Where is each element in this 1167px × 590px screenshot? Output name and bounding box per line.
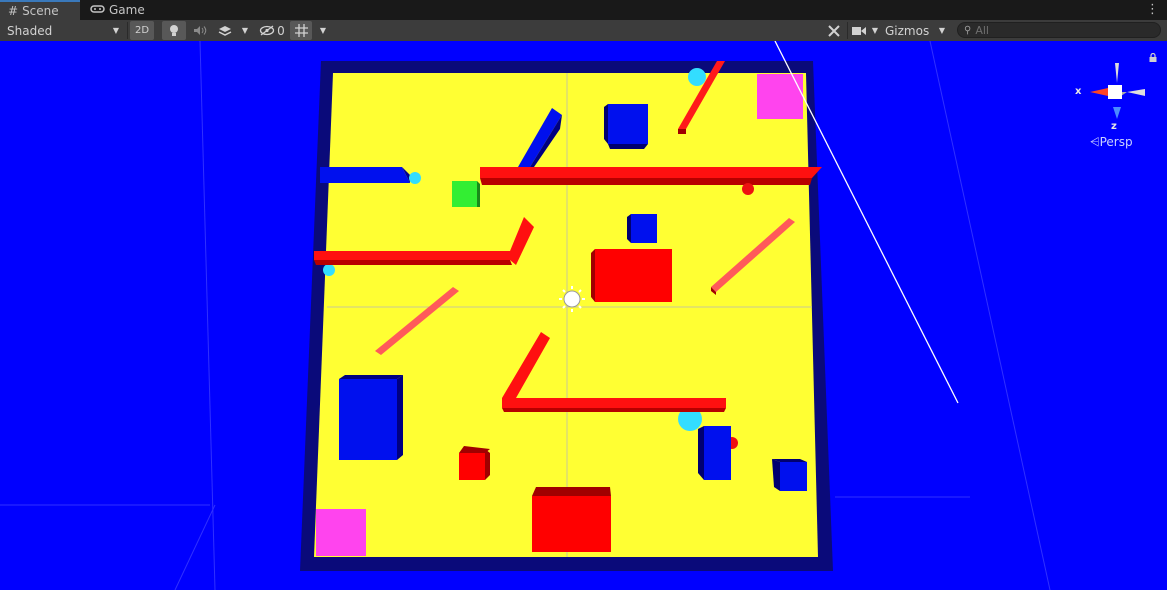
grid-toggle-button[interactable] (290, 21, 312, 40)
blue-block (339, 379, 397, 460)
lightbulb-icon (170, 25, 178, 36)
tools-icon (828, 24, 840, 37)
grid-dropdown[interactable]: ▼ (314, 21, 332, 40)
grid-icon: # (8, 4, 19, 18)
audio-toggle-button[interactable] (188, 21, 212, 40)
gamepad-icon (90, 3, 105, 17)
tools-toggle-button[interactable] (823, 21, 845, 40)
goal-pad (757, 74, 803, 119)
toolbar-divider (127, 22, 128, 39)
shading-mode-dropdown[interactable]: Shaded ▼ (2, 21, 124, 40)
persp-icon: ⩤ (1090, 135, 1100, 149)
tab-scene[interactable]: # Scene (0, 0, 80, 20)
window-tab-bar: # Scene Game ⋮ (0, 0, 1167, 20)
chevron-down-icon: ▼ (112, 26, 119, 35)
arena-floor (314, 73, 818, 557)
camera-icon (852, 26, 866, 35)
blue-block (704, 426, 731, 480)
blue-block (631, 214, 657, 243)
blue-block (320, 167, 410, 183)
agent-cube (452, 181, 477, 207)
toggle-2d-label: 2D (134, 25, 150, 36)
chevron-down-icon: ▼ (241, 26, 249, 35)
blue-block (780, 462, 807, 491)
lighting-toggle-button[interactable] (162, 21, 186, 40)
chevron-down-icon: ▼ (871, 26, 879, 35)
red-wall (480, 167, 822, 178)
axis-z-label: z (1111, 121, 1117, 132)
red-block (595, 249, 672, 302)
camera-settings-button[interactable] (850, 21, 868, 40)
red-sphere (742, 183, 754, 195)
projection-label: Persp (1099, 135, 1133, 149)
goal-pad (316, 509, 366, 556)
tab-game-label: Game (109, 3, 145, 17)
scene-render (0, 41, 1051, 590)
red-block (459, 453, 485, 480)
scene-search-input[interactable]: ⚲ All (957, 22, 1161, 38)
search-placeholder: All (975, 23, 989, 37)
red-block (532, 496, 611, 552)
blue-block (608, 104, 648, 144)
scene-visibility-toggle[interactable]: 0 (257, 21, 287, 40)
scene-viewport[interactable]: x z ⩤Persp (0, 41, 1167, 590)
speaker-icon (194, 26, 207, 35)
cyan-sphere (323, 264, 335, 276)
gizmos-toggle-button[interactable]: Gizmos (883, 21, 933, 40)
toolbar-divider (847, 22, 848, 39)
grid-icon (294, 24, 308, 37)
cyan-sphere (409, 172, 421, 184)
search-icon: ⚲ (964, 24, 972, 36)
scene-toolbar: Shaded ▼ 2D ▼ 0 ▼ ▼ Gizmos ▼ ⚲ All (0, 20, 1167, 42)
hidden-eye-icon (260, 25, 275, 36)
effects-dropdown[interactable]: ▼ (236, 21, 254, 40)
red-wall (314, 251, 510, 260)
cyan-sphere (688, 68, 706, 86)
camera-dropdown[interactable]: ▼ (868, 21, 882, 40)
tab-scene-label: Scene (22, 4, 59, 18)
layers-icon (218, 25, 232, 36)
gizmos-label: Gizmos (885, 23, 930, 38)
chevron-down-icon: ▼ (938, 26, 946, 35)
axis-x-label: x (1075, 86, 1082, 97)
effects-toggle-button[interactable] (214, 21, 236, 40)
tab-game[interactable]: Game (82, 0, 152, 20)
more-options-icon[interactable]: ⋮ (1146, 2, 1159, 17)
hidden-object-count: 0 (277, 23, 285, 38)
projection-toggle[interactable]: ⩤Persp (1090, 135, 1133, 150)
toggle-2d-button[interactable]: 2D (130, 21, 154, 40)
chevron-down-icon: ▼ (319, 26, 327, 35)
gizmos-dropdown[interactable]: ▼ (934, 21, 950, 40)
shading-mode-label: Shaded (7, 23, 53, 38)
